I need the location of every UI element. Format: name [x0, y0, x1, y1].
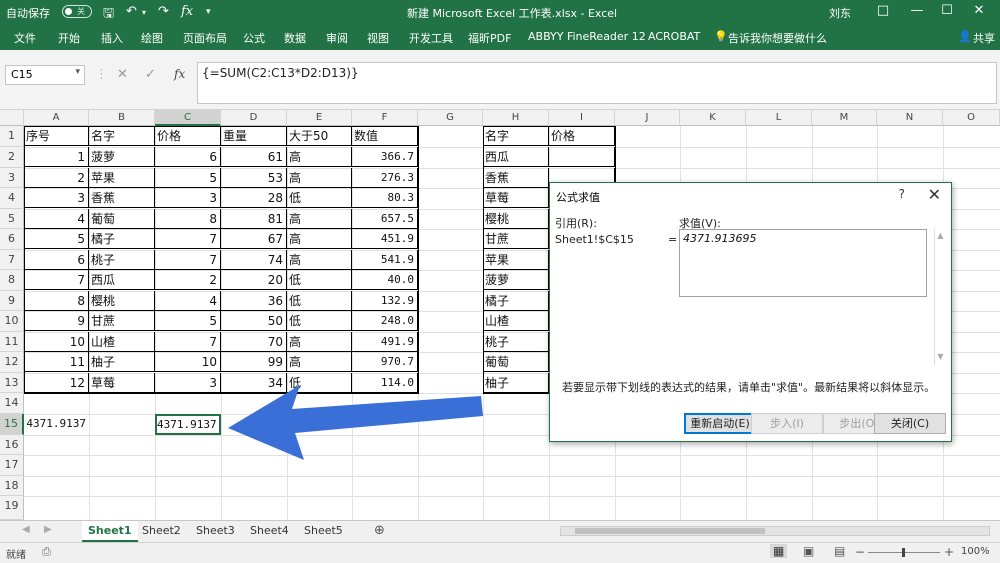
zoom-out-icon[interactable]: − — [855, 545, 865, 559]
evaluate-formula-dialog: 公式求值 ? ✕ 引用(R): Sheet1!$C$15 = 求值(V): 43… — [549, 182, 952, 442]
normal-view-icon[interactable]: ▦ — [770, 544, 788, 558]
reference-label: 引用(R): — [555, 217, 597, 230]
prev-sheet-icon[interactable]: ◀ — [22, 524, 30, 535]
zoom-in-icon[interactable]: + — [944, 545, 954, 559]
sheet-tab-3[interactable]: Sheet3 — [190, 521, 241, 542]
zoom-slider-thumb[interactable] — [902, 548, 905, 557]
dialog-hint: 若要显示带下划线的表达式的结果，请单击"求值"。最新结果将以斜体显示。 — [562, 381, 936, 394]
close-button[interactable]: 关闭(C) — [874, 413, 946, 434]
page-layout-view-icon[interactable]: ▣ — [803, 544, 814, 558]
sheet-tab-1[interactable]: Sheet1 — [82, 521, 138, 542]
sheet-tabs-bar: ◀ ▶ Sheet1 Sheet2 Sheet3 Sheet4 Sheet5 ⊕ — [0, 520, 1000, 542]
accessibility-icon[interactable]: ⎙ — [42, 545, 51, 559]
sheet-tab-5[interactable]: Sheet5 — [298, 521, 349, 542]
evaluation-result[interactable]: 4371.913695 — [679, 229, 927, 297]
equals-sign: = — [668, 233, 678, 246]
step-in-button[interactable]: 步入(I) — [751, 413, 823, 434]
restart-button[interactable]: 重新启动(E) — [684, 413, 756, 434]
next-sheet-icon[interactable]: ▶ — [44, 524, 52, 535]
page-break-view-icon[interactable]: ▤ — [834, 544, 845, 558]
horizontal-scrollbar[interactable] — [560, 526, 990, 536]
sheet-tab-4[interactable]: Sheet4 — [244, 521, 295, 542]
arrow-pointing-cell — [228, 385, 483, 460]
zoom-slider[interactable] — [868, 548, 940, 557]
help-button[interactable]: ? — [899, 187, 905, 201]
scroll-down-icon[interactable]: ▼ — [935, 352, 946, 361]
scrollbar-thumb[interactable] — [575, 528, 765, 534]
sheet-tab-2[interactable]: Sheet2 — [136, 521, 187, 542]
status-bar: 就绪 ⎙ ▦ ▣ ▤ − + 100% — [0, 542, 1000, 563]
scroll-up-icon[interactable]: ▲ — [935, 231, 946, 240]
status-ready: 就绪 — [6, 550, 26, 561]
zoom-level[interactable]: 100% — [961, 546, 990, 557]
close-icon[interactable]: ✕ — [928, 185, 941, 204]
add-sheet-icon[interactable]: ⊕ — [374, 523, 385, 538]
evaluation-scrollbar[interactable]: ▲ ▼ — [934, 229, 946, 365]
reference-value: Sheet1!$C$15 — [555, 233, 634, 246]
dialog-title: 公式求值 — [556, 191, 600, 204]
